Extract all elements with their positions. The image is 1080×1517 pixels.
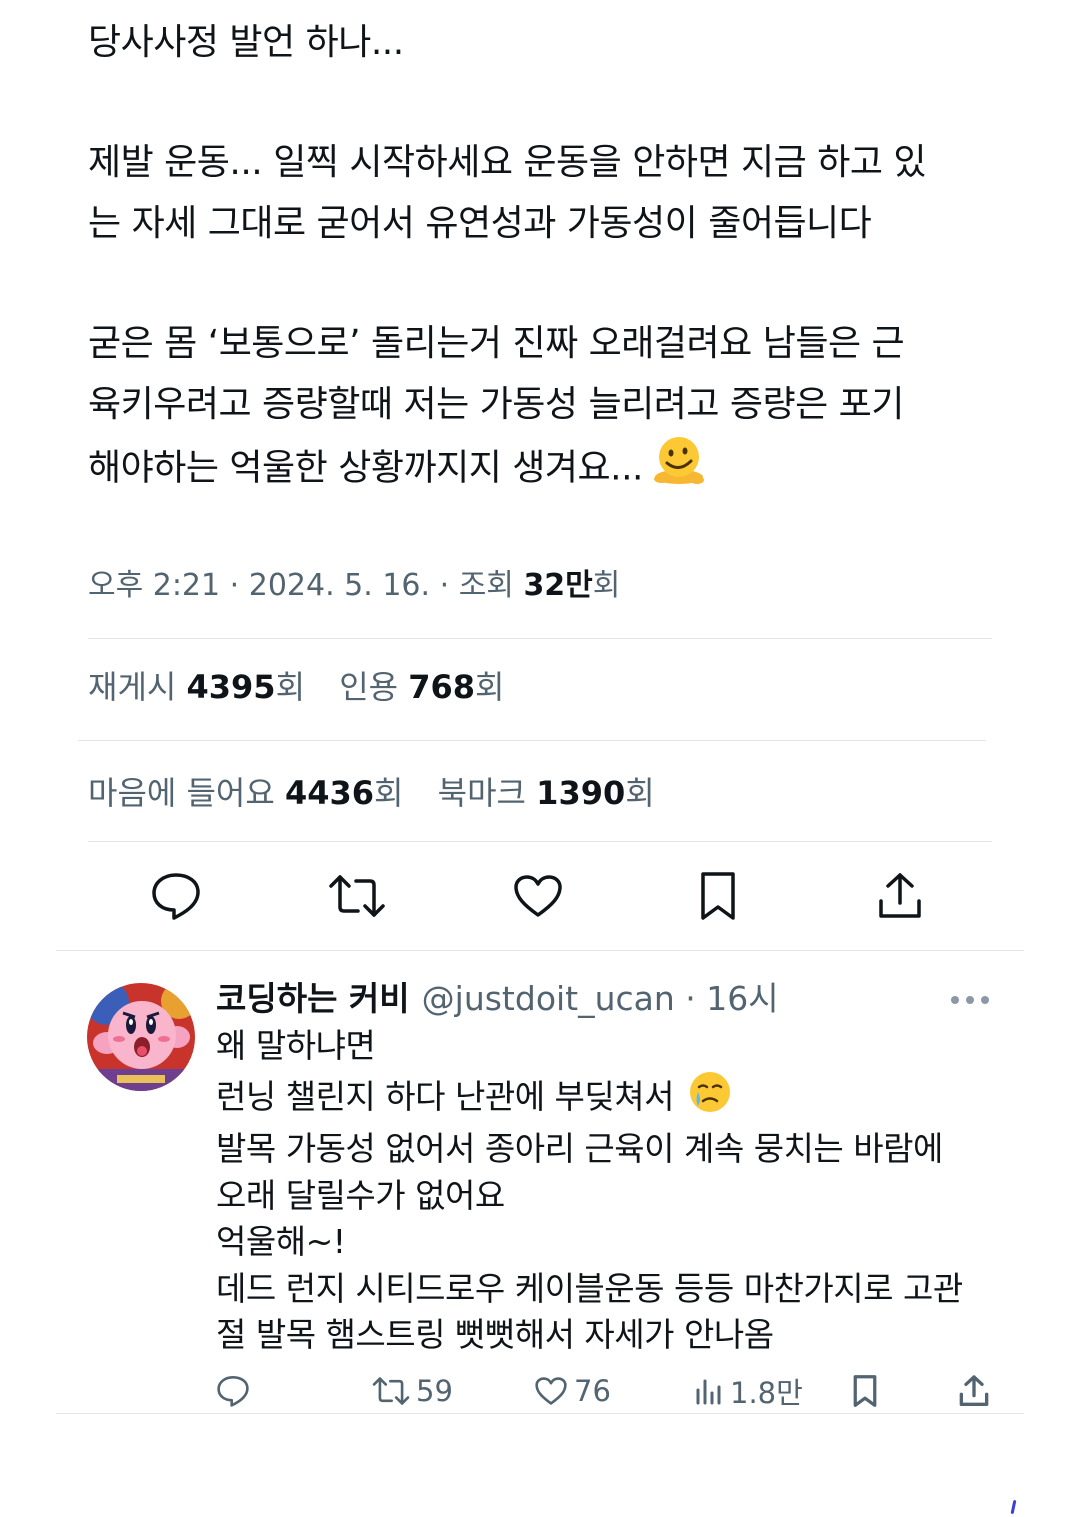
reply-icon: [150, 871, 202, 925]
reply-line: 데드 런지 시티드로우 케이블운동 등등 마찬가지로 고관: [216, 1268, 963, 1308]
views-suffix: 회: [592, 568, 621, 603]
reply-line: 억울해~!: [216, 1222, 346, 1261]
tweet-line: 당사사정 발언 하나...: [88, 22, 404, 63]
reply-reply-button[interactable]: [216, 1368, 250, 1414]
repost-icon: [328, 873, 386, 923]
melting-face-emoji-icon: [653, 435, 705, 504]
tweet-line: 굳은 몸 ‘보통으로’ 돌리는거 진짜 오래걸려요 남들은 근: [88, 323, 905, 364]
reply-share-button[interactable]: [958, 1368, 990, 1414]
reply-like-button[interactable]: 76: [534, 1368, 611, 1414]
bookmark-icon: [852, 1374, 878, 1408]
repost-suffix: 회: [275, 668, 306, 706]
reply-button[interactable]: [146, 868, 206, 928]
reply-text: 왜 말하냐면 런닝 챌린지 하다 난관에 부딪쳐서 발목 가동성 없어서 종아리…: [216, 1023, 1006, 1359]
repost-button[interactable]: [327, 868, 387, 928]
more-dots-icon: [951, 996, 989, 1004]
reply-repost-button[interactable]: 59: [372, 1368, 453, 1414]
tweet-date: 2024. 5. 16.: [248, 568, 431, 603]
reply-views-count: 1.8만: [730, 1376, 803, 1410]
quote-stat[interactable]: 인용 768회: [339, 668, 504, 706]
bookmark-stat[interactable]: 북마크 1390회: [438, 774, 655, 812]
repost-label: 재게시: [88, 668, 177, 706]
like-suffix: 회: [374, 774, 404, 812]
repost-icon: [372, 1376, 410, 1406]
like-bookmark-stats: 마음에 들어요 4436회 북마크 1390회: [88, 768, 679, 818]
tweet-line: 제발 운동... 일찍 시작하세요 운동을 안하면 지금 하고 있: [88, 142, 927, 183]
bookmark-label: 북마크: [437, 774, 526, 812]
share-icon: [958, 1374, 990, 1408]
bookmark-suffix: 회: [625, 774, 655, 812]
meta-separator: ·: [229, 568, 240, 603]
reply-repost-count: 59: [416, 1374, 453, 1408]
like-button[interactable]: [508, 868, 568, 928]
like-icon: [512, 873, 564, 923]
share-icon: [876, 871, 924, 925]
tweet-metadata: 오후 2:21 · 2024. 5. 16. · 조회 32만회: [88, 562, 620, 610]
divider: [56, 1413, 1024, 1414]
quote-label: 인용: [339, 668, 399, 706]
tweet-action-bar: [88, 862, 992, 932]
meta-separator: ·: [439, 568, 450, 603]
like-icon: [534, 1376, 568, 1406]
tweet-line-with-emoji: 해야하는 억울한 상황까지지 생겨요...: [88, 435, 1008, 504]
like-count: 4436: [284, 774, 375, 812]
bookmark-icon: [698, 870, 738, 926]
reply-author-handle[interactable]: @justdoit_ucan · 16시: [422, 979, 779, 1018]
crying-face-emoji-icon: [688, 1070, 732, 1127]
quote-count: 768: [408, 668, 476, 706]
kirby-avatar[interactable]: [87, 983, 195, 1091]
tweet-line: 는 자세 그대로 굳어서 유연성과 가동성이 줄어듭니다: [88, 203, 872, 244]
tweet-time: 오후 2:21: [88, 568, 221, 603]
like-stat[interactable]: 마음에 들어요 4436회: [88, 774, 404, 812]
tweet-line: 해야하는 억울한 상황까지지 생겨요...: [88, 447, 643, 489]
repost-quote-stats: 재게시 4395회 인용 768회: [88, 662, 529, 712]
reply-line: 왜 말하냐면: [216, 1026, 376, 1065]
views-count[interactable]: 32만: [523, 568, 592, 603]
quote-suffix: 회: [475, 668, 505, 706]
reply-icon: [216, 1374, 250, 1408]
reply-action-bar: 59 76 1.8만: [216, 1368, 996, 1414]
reply-line-with-emoji: 런닝 챌린지 하다 난관에 부딪쳐서: [216, 1070, 1006, 1127]
views-label: 조회: [458, 568, 514, 603]
divider: [88, 841, 992, 842]
reply-line: 런닝 챌린지 하다 난관에 부딪쳐서: [216, 1076, 675, 1116]
repost-count: 4395: [186, 668, 276, 706]
reply-bookmark-button[interactable]: [852, 1368, 878, 1414]
tweet-line: 육키우려고 증량할때 저는 가동성 늘리려고 증량은 포기: [88, 384, 904, 425]
bookmark-button[interactable]: [688, 868, 748, 928]
tweet-detail-page: 당사사정 발언 하나... 제발 운동... 일찍 시작하세요 운동을 안하면 …: [0, 0, 1080, 1517]
tweet-text: 당사사정 발언 하나... 제발 운동... 일찍 시작하세요 운동을 안하면 …: [88, 12, 1008, 504]
share-button[interactable]: [870, 868, 930, 928]
reply-like-count: 76: [574, 1374, 611, 1408]
views-chart-icon: [694, 1376, 724, 1406]
bookmark-count: 1390: [536, 774, 626, 812]
reply-line: 절 발목 햄스트링 뻣뻣해서 자세가 안나옴: [216, 1315, 774, 1354]
more-options-button[interactable]: [948, 985, 992, 1015]
reply-line: 오래 달릴수가 없어요: [216, 1175, 505, 1215]
reply-views-button[interactable]: 1.8만: [694, 1368, 803, 1414]
like-label: 마음에 들어요: [88, 774, 275, 812]
divider: [78, 740, 986, 741]
divider: [56, 950, 1024, 951]
reply-header: 코딩하는 커비 @justdoit_ucan · 16시: [216, 975, 779, 1023]
scroll-indicator: [1010, 1499, 1017, 1515]
reply-line: 발목 가동성 없어서 종아리 근육이 계속 뭉치는 바람에: [216, 1129, 943, 1168]
divider: [88, 638, 992, 639]
reply-author-name[interactable]: 코딩하는 커비: [216, 979, 410, 1018]
repost-stat[interactable]: 재게시 4395회: [88, 668, 305, 706]
